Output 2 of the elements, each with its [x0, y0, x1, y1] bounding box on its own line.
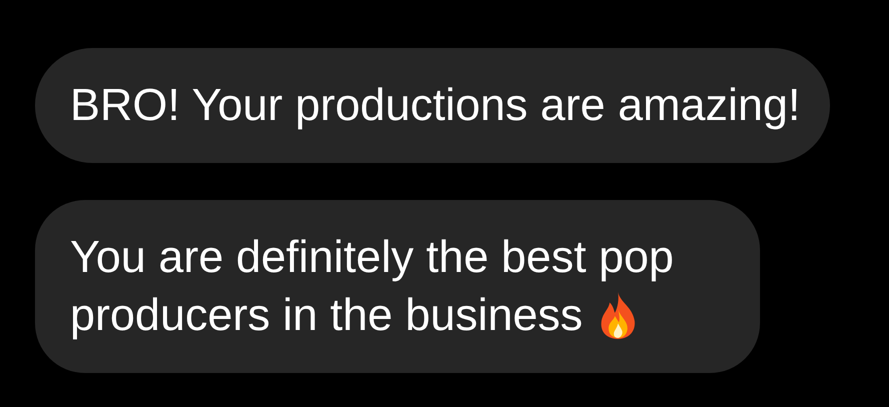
- message-bubble: BRO! Your productions are amazing!: [35, 48, 830, 163]
- message-bubble: You are definitely the best pop producers in the business: [35, 200, 760, 373]
